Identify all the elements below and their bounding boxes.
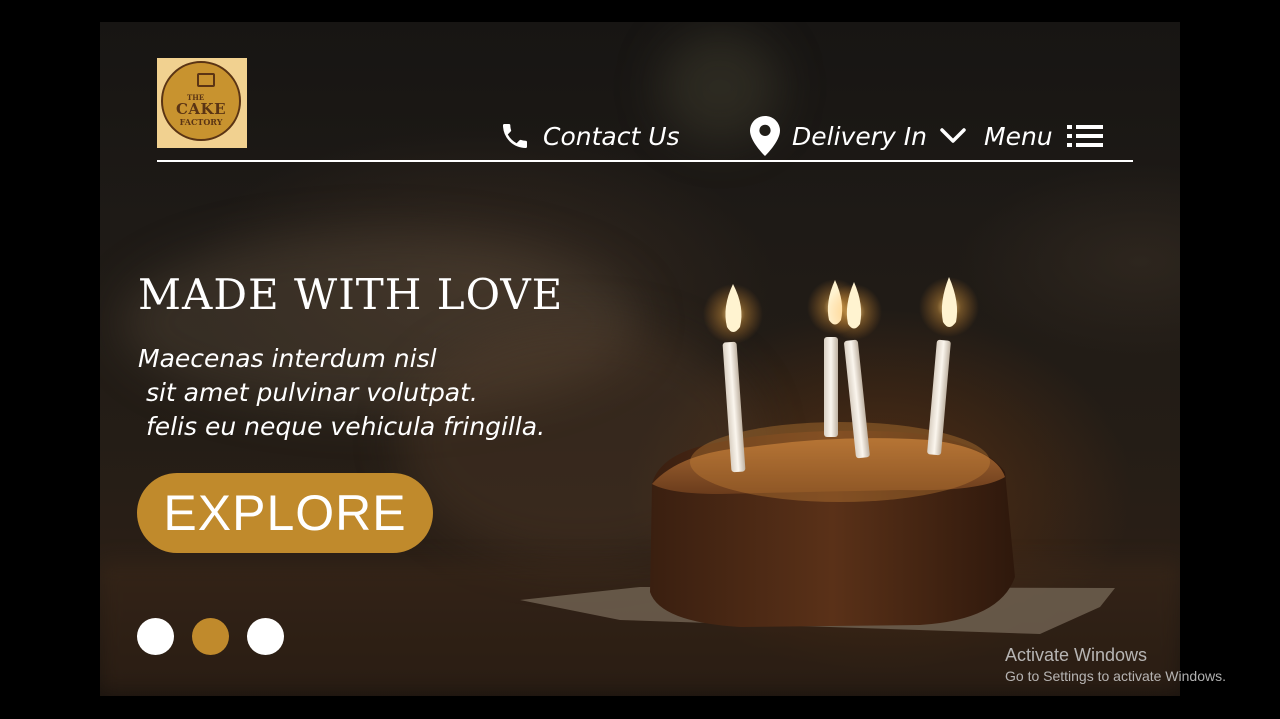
hero-description: Maecenas interdum nisl sit amet pulvinar… [138,342,545,444]
nav-menu[interactable]: Menu [984,116,1103,156]
nav-delivery-dropdown[interactable]: Delivery In [750,116,967,156]
carousel-dot-3[interactable] [247,618,284,655]
hero-description-line: felis eu neque vehicula fringilla. [138,412,546,441]
carousel-dot-1[interactable] [137,618,174,655]
carousel-indicators [137,618,284,655]
logo-text-cake: CAKE [175,100,227,118]
logo-text-factory: FACTORY [179,117,223,127]
hero-description-line: Maecenas interdum nisl [138,344,437,373]
nav-delivery-label: Delivery In [792,121,927,151]
carousel-dot-2[interactable] [192,618,229,655]
nav-contact-us[interactable]: Contact Us [499,116,680,156]
brand-logo[interactable]: THE CAKE FACTORY [157,58,247,148]
nav-contact-label: Contact Us [543,121,680,151]
hero-headline: MADE WITH LOVE [138,270,564,319]
phone-icon [499,120,531,152]
nav-divider [157,160,1133,162]
hero-description-line: sit amet pulvinar volutpat. [138,378,478,407]
chevron-down-icon [939,127,967,145]
watermark-title: Activate Windows [1005,645,1148,665]
windows-activation-watermark: Activate Windows Go to Settings to activ… [1005,645,1226,684]
hero-banner: THE CAKE FACTORY Contact Us Delivery In … [100,22,1180,696]
cake-icon [197,73,215,87]
logo-badge: THE CAKE FACTORY [161,61,241,141]
list-icon [1066,124,1103,148]
explore-button[interactable]: EXPLORE [137,473,433,553]
watermark-subtitle: Go to Settings to activate Windows. [1005,668,1226,684]
location-pin-icon [750,116,780,156]
nav-menu-label: Menu [984,121,1053,151]
